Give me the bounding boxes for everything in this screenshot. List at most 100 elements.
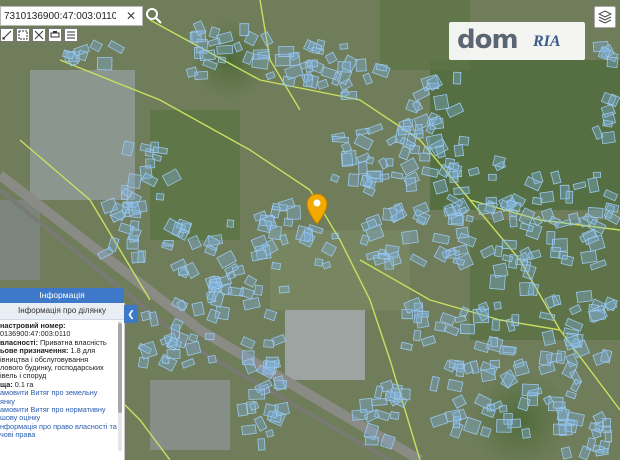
land-parcel[interactable] <box>551 294 562 307</box>
land-parcel[interactable] <box>480 367 497 383</box>
land-parcel[interactable] <box>257 438 266 451</box>
land-parcel[interactable] <box>341 150 357 166</box>
land-parcel[interactable] <box>207 354 217 364</box>
land-parcel[interactable] <box>283 217 294 227</box>
land-parcel[interactable] <box>508 215 518 228</box>
land-parcel[interactable] <box>601 111 617 126</box>
land-parcel[interactable] <box>340 91 358 100</box>
land-parcel[interactable] <box>397 125 411 136</box>
land-parcel[interactable] <box>412 329 422 342</box>
land-parcel[interactable] <box>452 71 462 85</box>
land-parcel[interactable] <box>600 130 616 145</box>
zoom-icon[interactable] <box>32 28 46 42</box>
land-parcel[interactable] <box>375 63 388 72</box>
land-parcel[interactable] <box>331 232 340 240</box>
panel-scrollbar-thumb[interactable] <box>118 323 122 413</box>
land-parcel[interactable] <box>337 61 352 73</box>
land-parcel[interactable] <box>580 249 598 265</box>
land-parcel[interactable] <box>592 171 602 178</box>
land-parcel[interactable] <box>274 401 290 417</box>
land-parcel[interactable] <box>453 144 465 157</box>
land-parcel[interactable] <box>257 218 273 234</box>
land-parcel[interactable] <box>433 94 450 111</box>
land-parcel[interactable] <box>122 202 130 214</box>
land-parcel[interactable] <box>604 430 613 443</box>
land-parcel[interactable] <box>365 156 375 165</box>
land-parcel[interactable] <box>588 308 606 322</box>
clear-search-icon[interactable]: ✕ <box>126 9 136 23</box>
land-parcel[interactable] <box>493 245 504 258</box>
land-parcel[interactable] <box>140 310 152 322</box>
land-parcel[interactable] <box>458 135 470 146</box>
land-parcel[interactable] <box>551 238 568 253</box>
land-parcel[interactable] <box>405 177 418 193</box>
measure-icon[interactable] <box>0 28 14 42</box>
land-parcel[interactable] <box>355 58 367 72</box>
land-parcel[interactable] <box>130 200 148 214</box>
land-parcel[interactable] <box>314 258 324 267</box>
collapse-panel-button[interactable]: ❮ <box>124 305 138 323</box>
land-parcel[interactable] <box>453 186 470 196</box>
land-parcel[interactable] <box>552 423 567 436</box>
land-parcel[interactable] <box>278 285 290 294</box>
land-parcel[interactable] <box>145 158 156 169</box>
land-parcel[interactable] <box>559 184 570 200</box>
land-parcel[interactable] <box>271 261 282 271</box>
land-parcel[interactable] <box>539 190 555 204</box>
search-input[interactable] <box>4 7 116 25</box>
land-parcel[interactable] <box>455 226 470 240</box>
land-parcel[interactable] <box>492 155 506 169</box>
land-parcel[interactable] <box>96 56 113 71</box>
land-parcel[interactable] <box>389 411 400 420</box>
land-parcel[interactable] <box>303 73 314 88</box>
land-parcel[interactable] <box>384 257 394 270</box>
land-parcel[interactable] <box>425 133 445 150</box>
land-parcel[interactable] <box>459 323 476 335</box>
select-icon[interactable] <box>16 28 30 42</box>
land-parcel[interactable] <box>498 404 508 413</box>
land-parcel[interactable] <box>414 123 424 135</box>
land-parcel[interactable] <box>496 419 512 433</box>
land-parcel[interactable] <box>206 291 217 304</box>
land-parcel[interactable] <box>239 23 250 37</box>
land-parcel[interactable] <box>558 251 569 260</box>
land-parcel[interactable] <box>413 310 424 324</box>
land-parcel[interactable] <box>253 284 264 296</box>
land-parcel[interactable] <box>199 49 216 61</box>
land-parcel[interactable] <box>191 301 205 317</box>
search-icon[interactable] <box>144 6 164 26</box>
land-parcel[interactable] <box>177 266 188 276</box>
land-parcel[interactable] <box>227 286 244 297</box>
land-parcel[interactable] <box>364 436 379 446</box>
land-parcel[interactable] <box>137 250 146 263</box>
land-parcel[interactable] <box>241 424 257 436</box>
layers-list-icon[interactable] <box>64 28 78 42</box>
land-parcel[interactable] <box>502 346 517 354</box>
land-parcel[interactable] <box>465 214 474 223</box>
land-parcel[interactable] <box>576 290 593 303</box>
land-parcel[interactable] <box>163 239 174 247</box>
land-parcel[interactable] <box>155 192 165 201</box>
land-parcel[interactable] <box>401 229 419 245</box>
land-parcel[interactable] <box>339 43 349 50</box>
layers-button[interactable] <box>594 6 616 28</box>
land-parcel[interactable] <box>489 274 506 290</box>
land-parcel[interactable] <box>216 44 234 55</box>
land-parcel[interactable] <box>493 301 502 310</box>
land-parcel[interactable] <box>606 56 619 69</box>
land-parcel[interactable] <box>347 173 360 187</box>
order-land-extract-link[interactable]: амовити Витяг про земельну <box>0 388 124 397</box>
land-parcel[interactable] <box>490 336 499 348</box>
ownership-info-link[interactable]: чові права <box>0 430 124 439</box>
land-parcel[interactable] <box>371 398 388 406</box>
land-parcel[interactable] <box>434 321 447 332</box>
land-parcel[interactable] <box>485 196 498 205</box>
land-parcel[interactable] <box>519 281 534 297</box>
land-parcel[interactable] <box>501 239 517 250</box>
land-parcel[interactable] <box>306 59 319 68</box>
print-icon[interactable] <box>48 28 62 42</box>
land-parcel[interactable] <box>265 429 275 438</box>
land-parcel[interactable] <box>127 173 142 190</box>
land-parcel[interactable] <box>217 56 227 64</box>
land-parcel[interactable] <box>452 416 461 429</box>
